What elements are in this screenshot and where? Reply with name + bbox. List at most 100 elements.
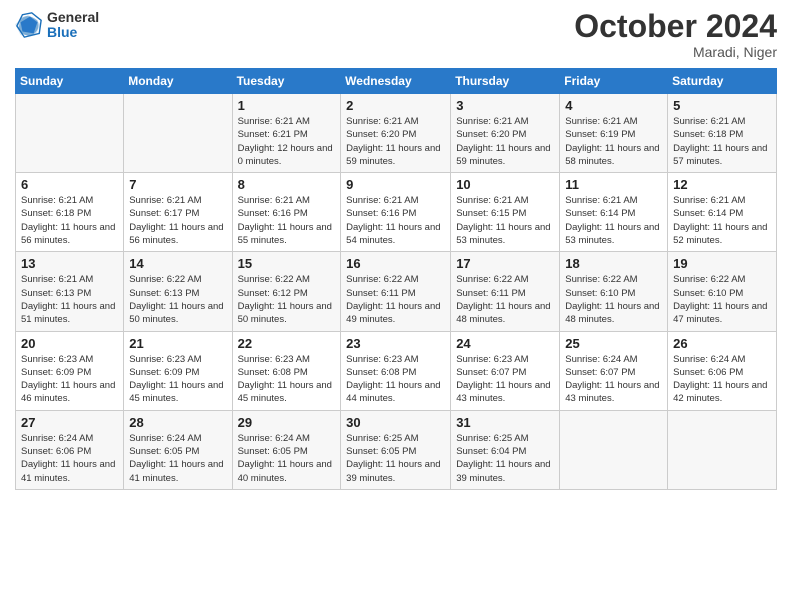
calendar-cell: 25 Sunrise: 6:24 AMSunset: 6:07 PMDayligh… [560, 331, 668, 410]
calendar-header-thursday: Thursday [451, 69, 560, 94]
page: General Blue October 2024 Maradi, Niger … [0, 0, 792, 612]
calendar-cell: 26Sunrise: 6:24 AMSunset: 6:06 PMDayligh… [668, 331, 777, 410]
day-number: 30 [346, 415, 445, 430]
day-info: Sunrise: 6:23 AMSunset: 6:09 PMDaylight:… [21, 353, 118, 406]
day-number: 17 [456, 256, 554, 271]
day-number: 4 [565, 98, 662, 113]
day-info: Sunrise: 6:21 AMSunset: 6:20 PMDaylight:… [456, 115, 554, 168]
calendar-week-3: 13 Sunrise: 6:21 AMSunset: 6:13 PMDayligh… [16, 252, 777, 331]
day-info: Sunrise: 6:25 AMSunset: 6:04 PMDaylight:… [456, 432, 554, 485]
day-info: Sunrise: 6:24 AMSunset: 6:06 PMDaylight:… [673, 353, 771, 406]
day-info: Sunrise: 6:22 AMSunset: 6:10 PMDaylight:… [565, 273, 662, 326]
calendar-cell: 15Sunrise: 6:22 AMSunset: 6:12 PMDayligh… [232, 252, 341, 331]
day-info: Sunrise: 6:22 AMSunset: 6:13 PMDaylight:… [129, 273, 226, 326]
day-info: Sunrise: 6:21 AMSunset: 6:19 PMDaylight:… [565, 115, 662, 168]
calendar-cell: 3Sunrise: 6:21 AMSunset: 6:20 PMDaylight… [451, 94, 560, 173]
calendar-cell: 16Sunrise: 6:22 AMSunset: 6:11 PMDayligh… [341, 252, 451, 331]
day-number: 31 [456, 415, 554, 430]
calendar-cell: 1Sunrise: 6:21 AMSunset: 6:21 PMDaylight… [232, 94, 341, 173]
calendar-cell: 28Sunrise: 6:24 AMSunset: 6:05 PMDayligh… [124, 410, 232, 489]
month-title: October 2024 [574, 10, 777, 42]
calendar-cell: 5 Sunrise: 6:21 AMSunset: 6:18 PMDaylight… [668, 94, 777, 173]
calendar-cell: 18 Sunrise: 6:22 AMSunset: 6:10 PMDayligh… [560, 252, 668, 331]
day-info: Sunrise: 6:21 AMSunset: 6:16 PMDaylight:… [238, 194, 336, 247]
title-area: October 2024 Maradi, Niger [574, 10, 777, 60]
calendar-cell: 31 Sunrise: 6:25 AMSunset: 6:04 PMDayligh… [451, 410, 560, 489]
calendar-cell: 10Sunrise: 6:21 AMSunset: 6:15 PMDayligh… [451, 173, 560, 252]
calendar-week-4: 20 Sunrise: 6:23 AMSunset: 6:09 PMDayligh… [16, 331, 777, 410]
day-number: 7 [129, 177, 226, 192]
day-number: 23 [346, 336, 445, 351]
calendar-cell: 12 Sunrise: 6:21 AMSunset: 6:14 PMDayligh… [668, 173, 777, 252]
logo-icon [15, 11, 43, 39]
calendar-cell: 27Sunrise: 6:24 AMSunset: 6:06 PMDayligh… [16, 410, 124, 489]
calendar-cell: 11 Sunrise: 6:21 AMSunset: 6:14 PMDayligh… [560, 173, 668, 252]
day-number: 18 [565, 256, 662, 271]
day-number: 19 [673, 256, 771, 271]
day-number: 21 [129, 336, 226, 351]
calendar-cell: 29 Sunrise: 6:24 AMSunset: 6:05 PMDayligh… [232, 410, 341, 489]
day-info: Sunrise: 6:21 AMSunset: 6:16 PMDaylight:… [346, 194, 445, 247]
day-info: Sunrise: 6:21 AMSunset: 6:14 PMDaylight:… [565, 194, 662, 247]
calendar-cell [560, 410, 668, 489]
calendar-header-friday: Friday [560, 69, 668, 94]
calendar-header-wednesday: Wednesday [341, 69, 451, 94]
calendar-cell: 19 Sunrise: 6:22 AMSunset: 6:10 PMDayligh… [668, 252, 777, 331]
logo-blue-text: Blue [47, 25, 99, 40]
day-info: Sunrise: 6:24 AMSunset: 6:05 PMDaylight:… [238, 432, 336, 485]
day-number: 12 [673, 177, 771, 192]
day-number: 20 [21, 336, 118, 351]
day-info: Sunrise: 6:21 AMSunset: 6:14 PMDaylight:… [673, 194, 771, 247]
day-info: Sunrise: 6:21 AMSunset: 6:20 PMDaylight:… [346, 115, 445, 168]
day-info: Sunrise: 6:21 AMSunset: 6:18 PMDaylight:… [673, 115, 771, 168]
calendar-cell: 2 Sunrise: 6:21 AMSunset: 6:20 PMDaylight… [341, 94, 451, 173]
day-number: 11 [565, 177, 662, 192]
calendar-cell: 17 Sunrise: 6:22 AMSunset: 6:11 PMDayligh… [451, 252, 560, 331]
day-info: Sunrise: 6:23 AMSunset: 6:08 PMDaylight:… [346, 353, 445, 406]
day-number: 2 [346, 98, 445, 113]
logo: General Blue [15, 10, 99, 41]
calendar-cell: 14 Sunrise: 6:22 AMSunset: 6:13 PMDayligh… [124, 252, 232, 331]
day-number: 5 [673, 98, 771, 113]
calendar-week-2: 6Sunrise: 6:21 AMSunset: 6:18 PMDaylight… [16, 173, 777, 252]
day-number: 6 [21, 177, 118, 192]
calendar-cell: 13 Sunrise: 6:21 AMSunset: 6:13 PMDayligh… [16, 252, 124, 331]
day-info: Sunrise: 6:24 AMSunset: 6:07 PMDaylight:… [565, 353, 662, 406]
day-number: 9 [346, 177, 445, 192]
day-info: Sunrise: 6:23 AMSunset: 6:09 PMDaylight:… [129, 353, 226, 406]
calendar-header-monday: Monday [124, 69, 232, 94]
calendar-header-sunday: Sunday [16, 69, 124, 94]
calendar-cell: 9 Sunrise: 6:21 AMSunset: 6:16 PMDaylight… [341, 173, 451, 252]
calendar-week-1: 1Sunrise: 6:21 AMSunset: 6:21 PMDaylight… [16, 94, 777, 173]
logo-text: General Blue [47, 10, 99, 41]
day-info: Sunrise: 6:22 AMSunset: 6:10 PMDaylight:… [673, 273, 771, 326]
day-info: Sunrise: 6:21 AMSunset: 6:13 PMDaylight:… [21, 273, 118, 326]
day-info: Sunrise: 6:23 AMSunset: 6:07 PMDaylight:… [456, 353, 554, 406]
day-info: Sunrise: 6:22 AMSunset: 6:12 PMDaylight:… [238, 273, 336, 326]
calendar-cell: 22Sunrise: 6:23 AMSunset: 6:08 PMDayligh… [232, 331, 341, 410]
day-info: Sunrise: 6:22 AMSunset: 6:11 PMDaylight:… [346, 273, 445, 326]
day-number: 14 [129, 256, 226, 271]
calendar-week-5: 27Sunrise: 6:24 AMSunset: 6:06 PMDayligh… [16, 410, 777, 489]
day-number: 24 [456, 336, 554, 351]
day-number: 8 [238, 177, 336, 192]
calendar-cell: 23 Sunrise: 6:23 AMSunset: 6:08 PMDayligh… [341, 331, 451, 410]
day-number: 29 [238, 415, 336, 430]
calendar-cell: 4 Sunrise: 6:21 AMSunset: 6:19 PMDaylight… [560, 94, 668, 173]
calendar-table: SundayMondayTuesdayWednesdayThursdayFrid… [15, 68, 777, 490]
day-info: Sunrise: 6:21 AMSunset: 6:21 PMDaylight:… [238, 115, 336, 168]
day-info: Sunrise: 6:25 AMSunset: 6:05 PMDaylight:… [346, 432, 445, 485]
day-number: 25 [565, 336, 662, 351]
day-number: 10 [456, 177, 554, 192]
day-info: Sunrise: 6:24 AMSunset: 6:06 PMDaylight:… [21, 432, 118, 485]
day-number: 13 [21, 256, 118, 271]
calendar-cell: 21 Sunrise: 6:23 AMSunset: 6:09 PMDayligh… [124, 331, 232, 410]
location: Maradi, Niger [574, 44, 777, 60]
calendar-cell: 24 Sunrise: 6:23 AMSunset: 6:07 PMDayligh… [451, 331, 560, 410]
calendar-cell: 8 Sunrise: 6:21 AMSunset: 6:16 PMDaylight… [232, 173, 341, 252]
logo-general-text: General [47, 10, 99, 25]
day-number: 22 [238, 336, 336, 351]
calendar-cell [668, 410, 777, 489]
calendar-header-saturday: Saturday [668, 69, 777, 94]
day-info: Sunrise: 6:22 AMSunset: 6:11 PMDaylight:… [456, 273, 554, 326]
